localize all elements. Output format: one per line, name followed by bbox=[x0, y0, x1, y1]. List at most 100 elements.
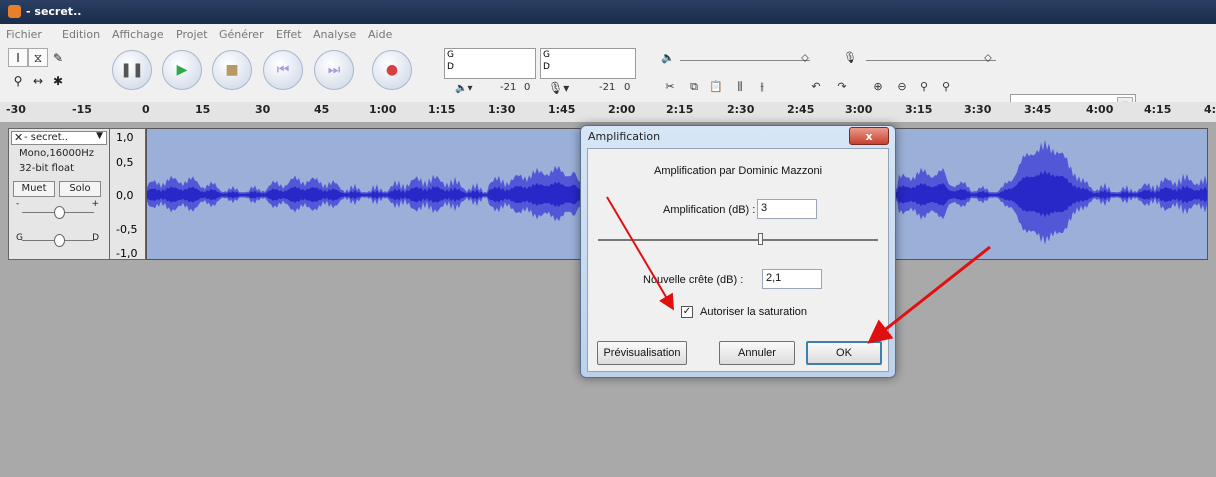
play-meter-left-label: G bbox=[447, 50, 454, 60]
ruler-label: 30 bbox=[255, 103, 271, 116]
play-meter[interactable]: G D bbox=[444, 48, 536, 79]
recording-volume-thumb-icon[interactable]: ⬦ bbox=[978, 48, 998, 68]
silence-icon[interactable]: ⫲ bbox=[752, 77, 772, 97]
pan-slider[interactable]: G D bbox=[14, 231, 102, 247]
play-button[interactable]: ▶ bbox=[162, 50, 202, 90]
selection-tool-icon[interactable]: I bbox=[8, 48, 28, 67]
gain-minus-label: - bbox=[16, 199, 20, 209]
stop-button[interactable]: ■ bbox=[212, 50, 252, 90]
ruler-label: -15 bbox=[72, 103, 92, 116]
fit-selection-icon[interactable]: ⚲ bbox=[914, 77, 934, 97]
ruler-label: 1:00 bbox=[369, 103, 397, 116]
ruler-label: 15 bbox=[195, 103, 211, 116]
multi-tool-icon[interactable]: ✱ bbox=[48, 71, 68, 90]
ruler-label: 3:30 bbox=[964, 103, 992, 116]
allow-clipping-label: Autoriser la saturation bbox=[700, 306, 807, 318]
scale-label: -1,0 bbox=[116, 247, 138, 260]
gain-plus-label: + bbox=[91, 199, 99, 209]
amplification-label: Amplification (dB) : bbox=[663, 204, 756, 216]
dialog-body: Amplification par Dominic Mazzoni Amplif… bbox=[587, 148, 889, 372]
scale-label: 0,5 bbox=[116, 156, 134, 169]
ok-button[interactable]: OK bbox=[806, 341, 882, 365]
track-name: - secret.. bbox=[24, 132, 68, 143]
draw-tool-icon[interactable]: ✎ bbox=[48, 48, 68, 67]
allow-clipping-checkbox[interactable]: ✓ bbox=[681, 306, 693, 318]
ruler-label: 4:00 bbox=[1086, 103, 1114, 116]
menu-analyse[interactable]: Analyse bbox=[313, 28, 356, 41]
ruler-label: -30 bbox=[6, 103, 26, 116]
record-meter-zero: 0 bbox=[624, 82, 631, 93]
menu-aide[interactable]: Aide bbox=[368, 28, 392, 41]
paste-icon[interactable]: 📋 bbox=[706, 77, 726, 97]
scale-label: 1,0 bbox=[116, 131, 134, 144]
pause-button[interactable]: ❚❚ bbox=[112, 50, 152, 90]
menu-fichier[interactable]: Fichier bbox=[6, 28, 42, 41]
record-button[interactable]: ● bbox=[372, 50, 412, 90]
menu-projet[interactable]: Projet bbox=[176, 28, 208, 41]
close-track-icon[interactable]: ✕ bbox=[14, 131, 23, 144]
title-bar: - secret.. bbox=[0, 0, 1216, 24]
cancel-button[interactable]: Annuler bbox=[719, 341, 795, 365]
dialog-credit: Amplification par Dominic Mazzoni bbox=[654, 165, 823, 177]
close-button[interactable]: x bbox=[849, 127, 889, 145]
ruler-label: 3:45 bbox=[1024, 103, 1052, 116]
preview-button[interactable]: Prévisualisation bbox=[597, 341, 687, 365]
menu-edition[interactable]: Edition bbox=[62, 28, 100, 41]
amplification-slider-thumb[interactable] bbox=[758, 233, 763, 245]
skip-end-button[interactable]: ⏭ bbox=[314, 50, 354, 90]
mute-button[interactable]: Muet bbox=[13, 181, 55, 197]
play-meter-right-label: D bbox=[447, 62, 454, 72]
ruler-label: 1:30 bbox=[488, 103, 516, 116]
zoom-tool-icon[interactable]: ⚲ bbox=[8, 71, 28, 90]
solo-button[interactable]: Solo bbox=[59, 181, 101, 197]
gain-slider[interactable]: - + bbox=[14, 199, 102, 219]
trim-icon[interactable]: ⫼ bbox=[730, 77, 750, 97]
record-meter-left-label: G bbox=[543, 50, 550, 60]
track-format: Mono,16000Hz bbox=[19, 148, 94, 159]
scale-label: -0,5 bbox=[116, 223, 138, 236]
copy-icon[interactable]: ⧉ bbox=[684, 77, 704, 97]
track-control-panel: ✕ - secret.. ▼ Mono,16000Hz 32-bit float… bbox=[8, 128, 110, 260]
record-meter-db: -21 bbox=[599, 82, 616, 93]
ruler-label: 1:15 bbox=[428, 103, 456, 116]
amplification-slider[interactable] bbox=[598, 233, 878, 245]
play-meter-db: -21 bbox=[500, 82, 517, 93]
menu-effet[interactable]: Effet bbox=[276, 28, 302, 41]
fit-project-icon[interactable]: ⚲ bbox=[936, 77, 956, 97]
ruler-label: 2:00 bbox=[608, 103, 636, 116]
envelope-tool-icon[interactable]: ⧖ bbox=[28, 48, 48, 67]
menu-generer[interactable]: Générer bbox=[219, 28, 264, 41]
amplitude-scale: 1,0 0,5 0,0 -0,5 -1,0 bbox=[110, 128, 146, 260]
pan-knob[interactable] bbox=[54, 234, 65, 247]
recording-volume-slider[interactable] bbox=[866, 60, 996, 61]
ruler-label: 3:15 bbox=[905, 103, 933, 116]
playback-volume-thumb-icon[interactable]: ⬦ bbox=[795, 48, 815, 68]
zoom-in-icon[interactable]: ⊕ bbox=[868, 77, 888, 97]
redo-icon[interactable]: ↷ bbox=[832, 77, 852, 97]
cut-icon[interactable]: ✂ bbox=[660, 77, 680, 97]
amplification-input[interactable]: 3 bbox=[757, 199, 817, 219]
speaker-meter-icon[interactable]: 🔈▾ bbox=[455, 83, 472, 94]
playback-volume-slider[interactable] bbox=[680, 60, 810, 61]
timeline-ruler[interactable]: -30 -15 0 15 30 45 1:00 1:15 1:30 1:45 2… bbox=[0, 102, 1216, 123]
track-name-menu[interactable]: ✕ - secret.. ▼ bbox=[11, 131, 107, 145]
timeshift-tool-icon[interactable]: ↔ bbox=[28, 71, 48, 90]
chevron-down-icon: ▼ bbox=[96, 131, 103, 141]
gain-knob[interactable] bbox=[54, 206, 65, 219]
zoom-out-icon[interactable]: ⊖ bbox=[892, 77, 912, 97]
ruler-label: 0 bbox=[142, 103, 150, 116]
record-meter[interactable]: G D bbox=[540, 48, 636, 79]
toolbar: I ⧖ ✎ ⚲ ↔ ✱ ❚❚ ▶ ■ ⏮ ⏭ ● G D G D 🔈▾ -21 … bbox=[0, 44, 1216, 114]
skip-start-button[interactable]: ⏮ bbox=[263, 50, 303, 90]
microphone-icon: 🎙 bbox=[843, 51, 857, 64]
ruler-label: 4:15 bbox=[1144, 103, 1172, 116]
ruler-label: 1:45 bbox=[548, 103, 576, 116]
audacity-icon bbox=[8, 5, 21, 18]
undo-icon[interactable]: ↶ bbox=[806, 77, 826, 97]
mic-meter-icon[interactable]: 🎙▾ bbox=[548, 81, 569, 95]
pan-right-label: D bbox=[92, 233, 99, 243]
amplification-dialog: Amplification x Amplification par Domini… bbox=[580, 125, 896, 378]
window-title: - secret.. bbox=[26, 5, 82, 18]
new-peak-input[interactable]: 2,1 bbox=[762, 269, 822, 289]
menu-affichage[interactable]: Affichage bbox=[112, 28, 164, 41]
